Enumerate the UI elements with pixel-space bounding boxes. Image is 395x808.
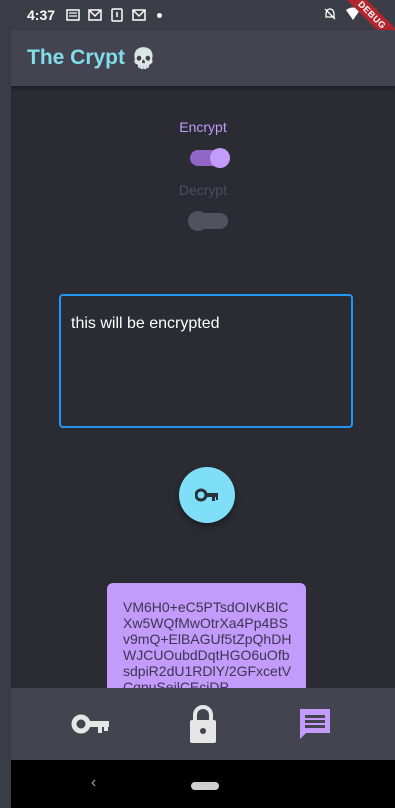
status-bar: 4:37 DEBUG [11, 0, 395, 52]
status-time: 4:37 [27, 7, 56, 23]
nav-item-lock[interactable] [173, 700, 233, 748]
notification-dot-icon [157, 12, 163, 18]
encrypt-toggle[interactable] [190, 148, 230, 168]
toggle-knob [188, 211, 208, 231]
nav-item-message[interactable] [285, 700, 345, 748]
home-pill-icon[interactable] [191, 782, 219, 790]
bottom-nav [11, 688, 395, 760]
key-icon [71, 714, 109, 734]
nav-item-key[interactable] [61, 700, 121, 748]
encrypt-button[interactable] [179, 467, 235, 523]
gmail-icon [87, 8, 102, 23]
app-title-text: The Crypt [27, 46, 126, 69]
toggle-knob [210, 148, 230, 168]
news-icon [65, 8, 80, 23]
app-title: The Crypt 💀 [27, 46, 156, 71]
skull-icon: 💀 [131, 47, 156, 70]
app-bar: The Crypt 💀 [11, 30, 395, 86]
phone-screen: 4:37 DEBUG The Crypt 💀 Encrypt Decrypt t… [11, 0, 395, 808]
output-text: VM6H0+eC5PTsdOIvKBlCXw5WQfMwOtrXa4Pp4BSv… [123, 599, 292, 693]
download-icon [109, 8, 124, 23]
message-input-value: this will be encrypted [71, 315, 220, 332]
lock-icon [190, 705, 216, 743]
back-icon[interactable]: ‹ [91, 774, 96, 792]
message-icon [300, 709, 330, 739]
output-card[interactable]: VM6H0+eC5PTsdOIvKBlCXw5WQfMwOtrXa4Pp4BSv… [107, 583, 306, 693]
mute-icon [323, 7, 337, 24]
encrypt-label: Encrypt [179, 119, 227, 135]
decrypt-label: Decrypt [178, 182, 228, 198]
gmail-icon [131, 8, 146, 23]
key-icon [195, 488, 218, 502]
message-input[interactable]: this will be encrypted [59, 294, 353, 428]
decrypt-toggle[interactable] [188, 211, 228, 231]
system-navigation-bar: ‹ [11, 760, 395, 808]
